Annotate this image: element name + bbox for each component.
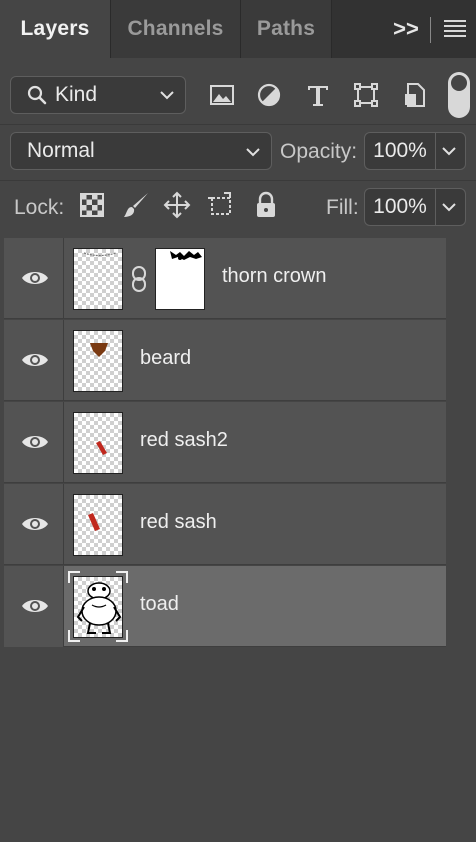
layer-thumbnail[interactable] [73, 576, 123, 638]
layer-row-red-sash2[interactable]: red sash2 [4, 402, 446, 483]
eye-icon [22, 518, 48, 530]
toad-artwork [76, 582, 122, 634]
mask-artwork [170, 251, 202, 260]
smart-object-filter-icon[interactable] [400, 80, 430, 110]
lock-label: Lock: [14, 196, 65, 219]
visibility-toggle[interactable] [4, 402, 64, 483]
artboard-icon[interactable] [206, 190, 236, 220]
lock-transparent-pixels-icon[interactable] [77, 190, 107, 220]
type-filter-icon[interactable] [303, 80, 333, 110]
layer-name: thorn crown [222, 265, 327, 287]
opacity-label: Opacity: [280, 140, 358, 163]
tab-divider [430, 17, 431, 43]
chevron-down-icon [160, 91, 174, 100]
tab-channels[interactable]: Channels [110, 0, 240, 58]
lock-icon[interactable] [251, 190, 281, 220]
image-filter-icon[interactable] [207, 80, 237, 110]
visibility-toggle[interactable] [4, 484, 64, 565]
layer-thumbnail[interactable] [73, 330, 123, 392]
layer-row-beard[interactable]: beard [4, 320, 446, 401]
layer-thumbnail[interactable] [73, 412, 123, 474]
eye-icon [22, 436, 48, 448]
move-icon[interactable] [162, 190, 192, 220]
sash-artwork [88, 513, 100, 531]
fill-input[interactable]: 100% [364, 188, 436, 226]
selection-corner [116, 571, 128, 583]
layer-mask-thumbnail[interactable] [155, 248, 205, 310]
blend-mode-value: Normal [27, 139, 95, 162]
fill-label: Fill: [326, 196, 359, 219]
tab-layers[interactable]: Layers [0, 0, 110, 58]
layer-row-toad[interactable]: toad [4, 566, 446, 647]
panel-tab-bar: Layers Channels Paths >> [0, 0, 476, 58]
chevron-down-icon [442, 147, 456, 156]
layer-name: beard [140, 347, 192, 369]
divider [0, 124, 476, 125]
layer-thumbnail[interactable] [73, 494, 123, 556]
filter-kind-dropdown[interactable]: Kind [10, 76, 186, 114]
eye-icon [22, 600, 48, 612]
thorn-crown-artwork [83, 252, 117, 257]
layer-name: red sash2 [140, 429, 228, 451]
tab-paths[interactable]: Paths [240, 0, 332, 58]
beard-artwork [90, 343, 108, 357]
selection-corner [68, 630, 80, 642]
search-icon [27, 85, 47, 105]
adjustment-filter-icon[interactable] [254, 80, 284, 110]
divider [0, 180, 476, 181]
selection-corner [116, 630, 128, 642]
link-chain-icon[interactable] [130, 265, 148, 293]
layer-name: toad [140, 593, 179, 615]
layer-thumbnail[interactable] [73, 248, 123, 310]
filter-kind-label: Kind [55, 83, 98, 106]
filter-toggle-switch[interactable] [448, 72, 470, 118]
eye-icon [22, 272, 48, 284]
layer-name: red sash [140, 511, 217, 533]
layer-row-thorn-crown[interactable]: thorn crown [4, 238, 446, 319]
fill-slider-button[interactable] [436, 188, 466, 226]
opacity-slider-button[interactable] [436, 132, 466, 170]
sash-artwork [96, 441, 107, 455]
layer-list: thorn crown beard red sash2 red sash toa… [4, 238, 446, 649]
visibility-toggle[interactable] [4, 566, 64, 647]
selection-corner [68, 571, 80, 583]
visibility-toggle[interactable] [4, 320, 64, 401]
chevron-down-icon [246, 148, 260, 157]
layer-row-red-sash[interactable]: red sash [4, 484, 446, 565]
chevron-down-icon [442, 203, 456, 212]
collapse-panel-button[interactable]: >> [390, 14, 422, 44]
panel-menu-icon[interactable] [444, 20, 466, 38]
blend-mode-dropdown[interactable]: Normal [10, 132, 272, 170]
eye-icon [22, 354, 48, 366]
visibility-toggle[interactable] [4, 238, 64, 319]
shape-filter-icon[interactable] [351, 80, 381, 110]
brush-icon[interactable] [121, 190, 151, 220]
opacity-input[interactable]: 100% [364, 132, 436, 170]
